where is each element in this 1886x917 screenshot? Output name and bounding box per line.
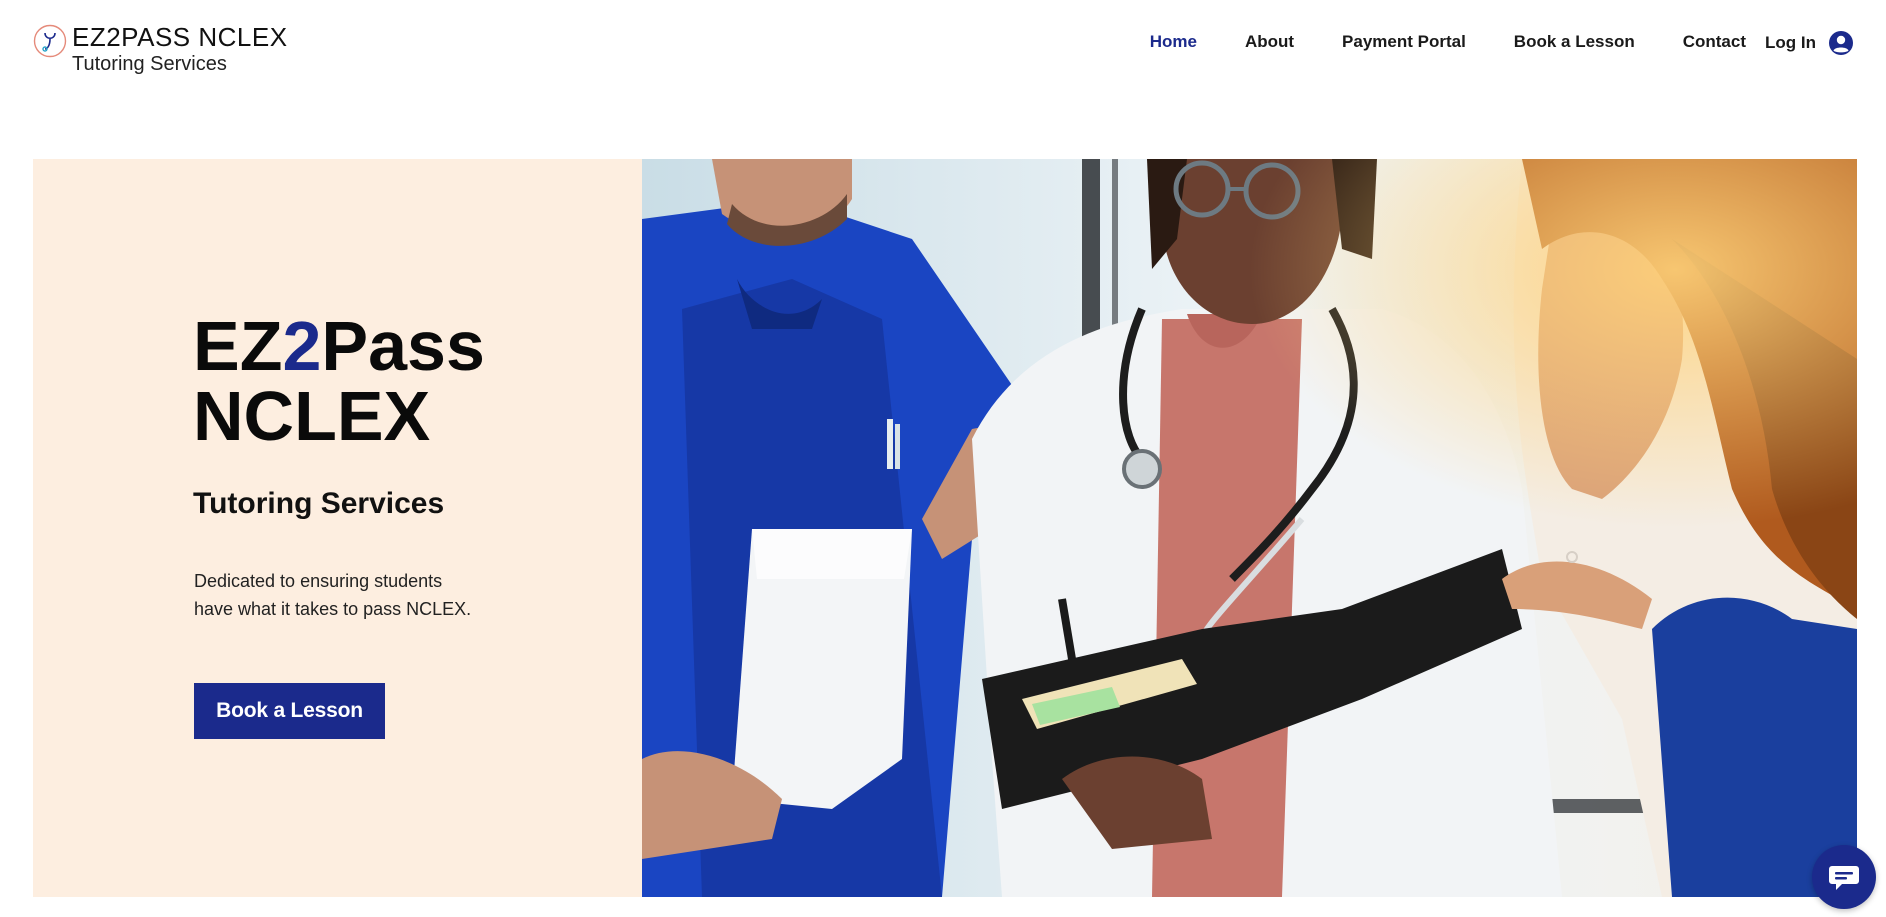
brand-name: EZ2PASS NCLEX (72, 22, 288, 52)
brand-subtitle: Tutoring Services (72, 53, 227, 75)
nav-item-contact[interactable]: Contact (1683, 32, 1746, 52)
login-button[interactable]: Log In (1765, 30, 1854, 56)
login-label: Log In (1765, 33, 1816, 52)
stethoscope-circle-icon (33, 24, 67, 58)
hero-title-accent: 2 (282, 307, 322, 385)
hero-title-part2: Pass (321, 307, 485, 385)
hero-title-part1: EZ (193, 307, 283, 385)
nav-item-about[interactable]: About (1245, 32, 1294, 52)
chat-bubble-icon (1829, 866, 1859, 890)
hero-title: EZ2Pass NCLEX (193, 311, 485, 451)
nav-item-book-a-lesson[interactable]: Book a Lesson (1514, 32, 1635, 52)
site-header: EZ2PASS NCLEX Tutoring Services Home Abo… (0, 0, 1886, 110)
chat-button[interactable] (1812, 845, 1876, 909)
hero-title-line2: NCLEX (193, 377, 431, 455)
brand[interactable]: EZ2PASS NCLEX Tutoring Services (33, 24, 288, 74)
main-nav: Home About Payment Portal Book a Lesson … (1102, 32, 1746, 52)
nav-item-payment-portal[interactable]: Payment Portal (1342, 32, 1466, 52)
nav-item-home[interactable]: Home (1150, 32, 1197, 52)
medical-team-photo (642, 159, 1857, 897)
hero-description: Dedicated to ensuring students have what… (194, 571, 472, 619)
hero-section: EZ2Pass NCLEX Tutoring Services Dedicated… (33, 159, 1857, 897)
hero-text-panel: EZ2Pass NCLEX Tutoring Services Dedicated… (33, 159, 642, 897)
hero-image-panel (642, 159, 1857, 897)
book-a-lesson-button[interactable]: Book a Lesson (194, 683, 385, 739)
account-circle-icon (1829, 31, 1853, 55)
hero-subtitle: Tutoring Services (193, 487, 445, 520)
